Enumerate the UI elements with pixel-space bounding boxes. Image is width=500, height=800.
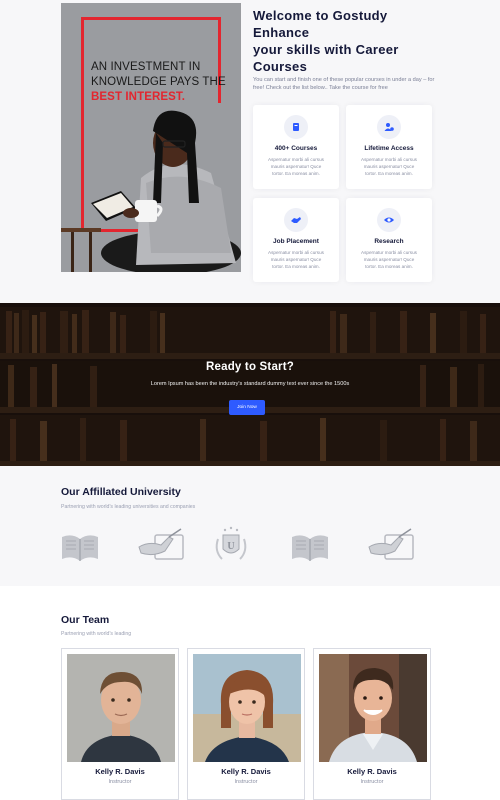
join-now-button[interactable]: Join Now [229,400,265,415]
hero-image: AN INVESTMENT IN KNOWLEDGE PAYS THE BEST… [61,3,241,272]
team-member-photo [193,654,301,762]
open-book-logo[interactable] [60,525,100,565]
users-icon [377,115,401,139]
team-member-name: Kelly R. Davis [95,767,145,776]
team-card[interactable]: Kelly R. Davis Instructor [313,648,431,800]
feature-title: Research [374,238,404,245]
feature-card-research[interactable]: Research Aspernatur morbi ali cursus mau… [346,198,432,282]
hand-writing-logo[interactable] [135,525,187,565]
team-subtitle: Partnering with world's leading [61,631,132,637]
hero-title-line: Enhance [253,25,310,40]
feature-card-courses[interactable]: 400+ Courses Aspernatur morbi ali cursus… [253,105,339,189]
team-member-name: Kelly R. Davis [221,767,271,776]
hero-title-line: Welcome to Gostudy [253,8,388,23]
university-crest-logo[interactable]: U [212,525,250,565]
team-title: Our Team [61,614,110,626]
feature-title: 400+ Courses [274,145,318,152]
hero-title-line: Courses [253,59,308,74]
hero-subtitle: You can start and finish one of these po… [253,77,435,92]
eye-icon [377,208,401,232]
feature-card-job[interactable]: Job Placement Aspernatur morbi ali cursu… [253,198,339,282]
feature-title: Lifetime Access [364,145,414,152]
team-card[interactable]: Kelly R. Davis Instructor [187,648,305,800]
team-member-role: Instructor [108,779,132,785]
team-member-photo [319,654,427,762]
team-member-name: Kelly R. Davis [347,767,397,776]
handshake-icon [284,208,308,232]
team-card[interactable]: Kelly R. Davis Instructor [61,648,179,800]
team-member-role: Instructor [234,779,258,785]
book-icon [284,115,308,139]
team-member-photo [67,654,175,762]
feature-card-lifetime[interactable]: Lifetime Access Aspernatur morbi ali cur… [346,105,432,189]
affiliated-subtitle: Partnering with world's leading universi… [61,504,196,510]
student-reading-illustration [61,110,241,272]
cta-title: Ready to Start? [206,361,294,373]
hero-section: AN INVESTMENT IN KNOWLEDGE PAYS THE BEST… [0,0,500,303]
feature-description: Aspernatur morbi ali cursus mauris asper… [361,250,417,269]
hero-title: Welcome to Gostudy Enhance your skills w… [253,7,488,75]
team-member-role: Instructor [360,779,384,785]
svg-text:U: U [227,541,234,552]
feature-title: Job Placement [273,238,319,245]
cta-banner: Ready to Start? Lorem Ipsum has been the… [0,303,500,466]
cta-text: Lorem Ipsum has been the industry's stan… [150,381,350,387]
affiliated-title: Our Affillated University [61,486,181,498]
feature-description: Aspernatur morbi ali cursus mauris asper… [361,157,417,176]
hand-writing-logo[interactable] [365,525,417,565]
open-book-logo[interactable] [290,525,330,565]
hero-title-line: your skills with Career [253,42,399,57]
feature-description: Aspernatur morbi ali cursus mauris asper… [268,250,324,269]
feature-description: Aspernatur morbi ali cursus mauris asper… [268,157,324,176]
